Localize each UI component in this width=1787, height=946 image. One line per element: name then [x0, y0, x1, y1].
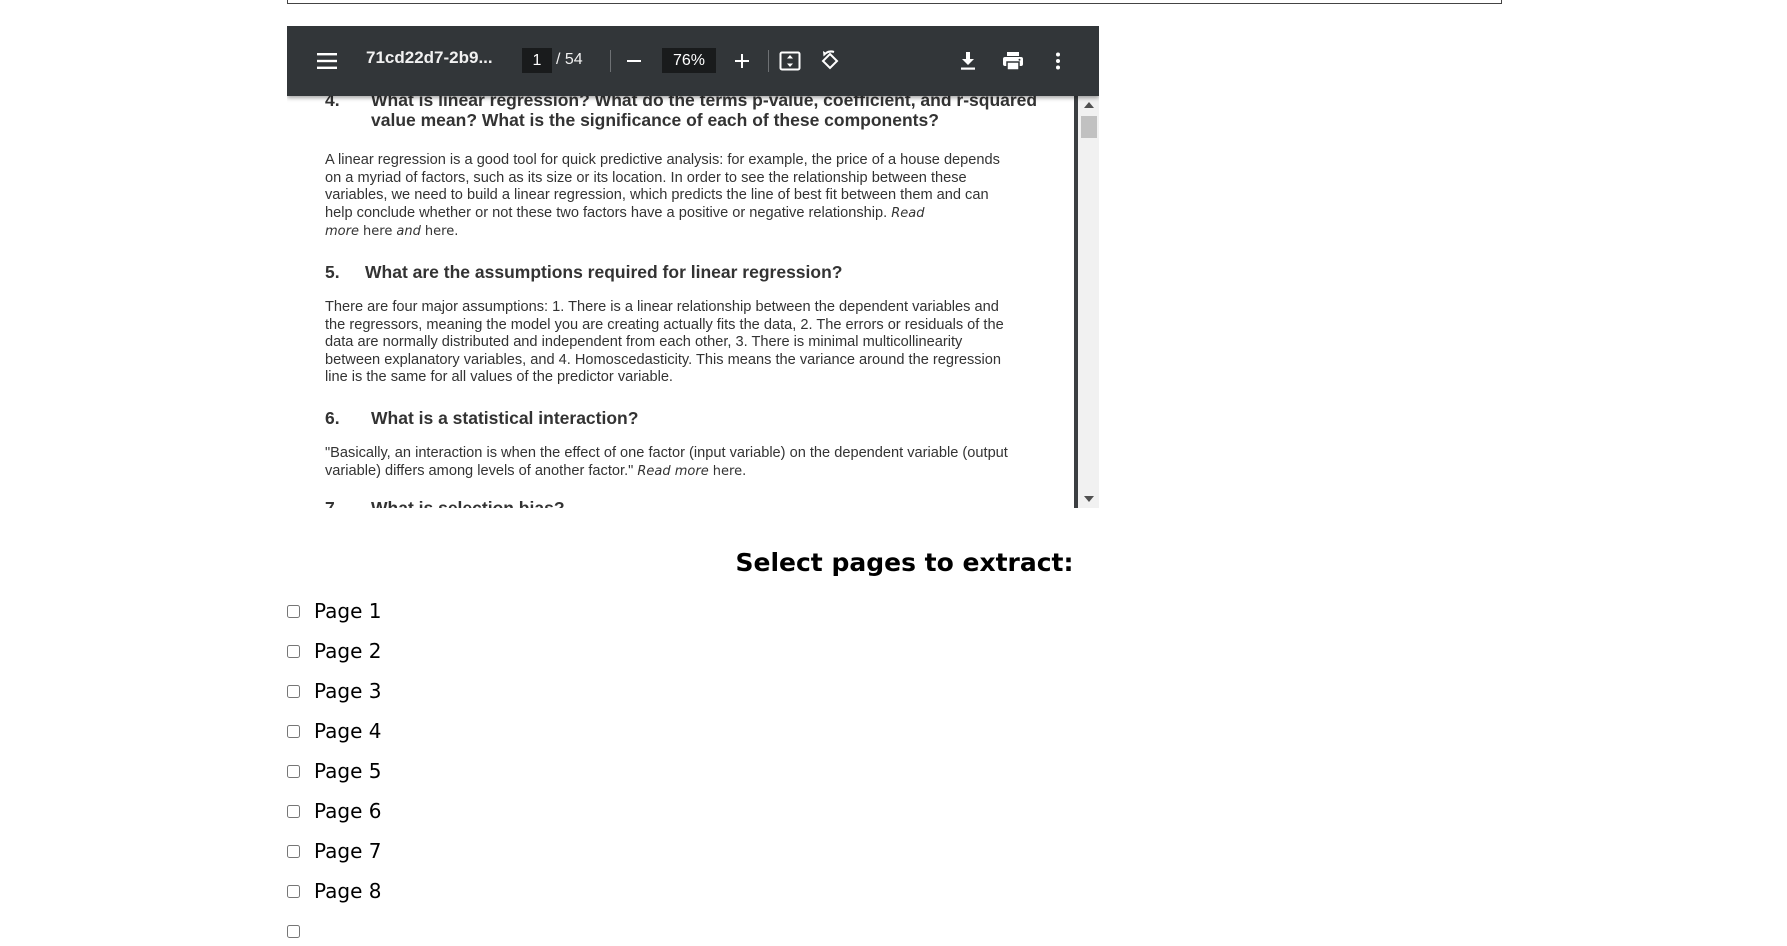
rotate-icon[interactable]	[814, 45, 846, 77]
page-checkbox[interactable]	[287, 604, 300, 618]
scroll-up-arrow-icon[interactable]	[1084, 102, 1094, 108]
page-checkbox[interactable]	[287, 724, 300, 738]
question-4-heading: 4. What is linear regression? What do th…	[325, 96, 1038, 130]
question-5-heading: 5. What are the assumptions required for…	[325, 262, 843, 282]
plus-icon[interactable]	[726, 45, 758, 77]
scrollbar-thumb[interactable]	[1081, 116, 1097, 138]
page-option[interactable]: Page 6	[287, 796, 382, 826]
page-option-partial[interactable]	[287, 916, 300, 946]
pdf-page[interactable]: 4. What is linear regression? What do th…	[287, 96, 1074, 508]
document-title: 71cd22d7-2b9...	[366, 48, 493, 67]
page-option[interactable]: Page 5	[287, 756, 382, 786]
zoom-level-input[interactable]	[662, 48, 716, 73]
page-checkbox[interactable]	[287, 844, 300, 858]
pdf-viewer: 71cd22d7-2b9... / 54 4.	[287, 26, 1099, 508]
link-here[interactable]: here.	[713, 464, 746, 479]
page-checkbox[interactable]	[287, 684, 300, 698]
page-checkbox[interactable]	[287, 924, 300, 938]
print-icon[interactable]	[997, 45, 1029, 77]
question-4-answer: A linear regression is a good tool for q…	[325, 152, 1000, 240]
question-7-heading: 7 What is selection bias?	[325, 498, 565, 508]
question-6-heading: 6. What is a statistical interaction?	[325, 408, 639, 428]
page-number-input[interactable]	[522, 48, 552, 73]
question-6-answer: "Basically, an interaction is when the e…	[325, 445, 1008, 479]
top-container-frame	[287, 0, 1502, 4]
page-checkbox[interactable]	[287, 804, 300, 818]
page-option[interactable]: Page 1	[287, 596, 382, 626]
download-icon[interactable]	[952, 45, 984, 77]
toolbar-divider	[768, 50, 769, 72]
pdf-toolbar: 71cd22d7-2b9... / 54	[287, 26, 1099, 96]
extract-heading: Select pages to extract:	[735, 548, 1074, 577]
page-total: / 54	[556, 51, 583, 68]
link-here[interactable]: here	[363, 224, 392, 239]
page-checkbox[interactable]	[287, 764, 300, 778]
page-option[interactable]: Page 2	[287, 636, 382, 666]
scroll-down-arrow-icon[interactable]	[1084, 496, 1094, 502]
page-option[interactable]: Page 3	[287, 676, 382, 706]
fit-page-icon[interactable]	[774, 45, 806, 77]
vertical-scrollbar[interactable]	[1078, 96, 1099, 508]
page-checkbox[interactable]	[287, 884, 300, 898]
page-option[interactable]: Page 7	[287, 836, 382, 866]
more-vert-icon[interactable]	[1042, 45, 1074, 77]
question-5-answer: There are four major assumptions: 1. The…	[325, 299, 1004, 386]
page-checkbox[interactable]	[287, 644, 300, 658]
page-option[interactable]: Page 4	[287, 716, 382, 746]
minus-icon[interactable]	[618, 45, 650, 77]
link-here[interactable]: here.	[425, 224, 458, 239]
toolbar-divider	[610, 50, 611, 72]
menu-icon[interactable]	[311, 45, 343, 77]
page-option[interactable]: Page 8	[287, 876, 382, 906]
